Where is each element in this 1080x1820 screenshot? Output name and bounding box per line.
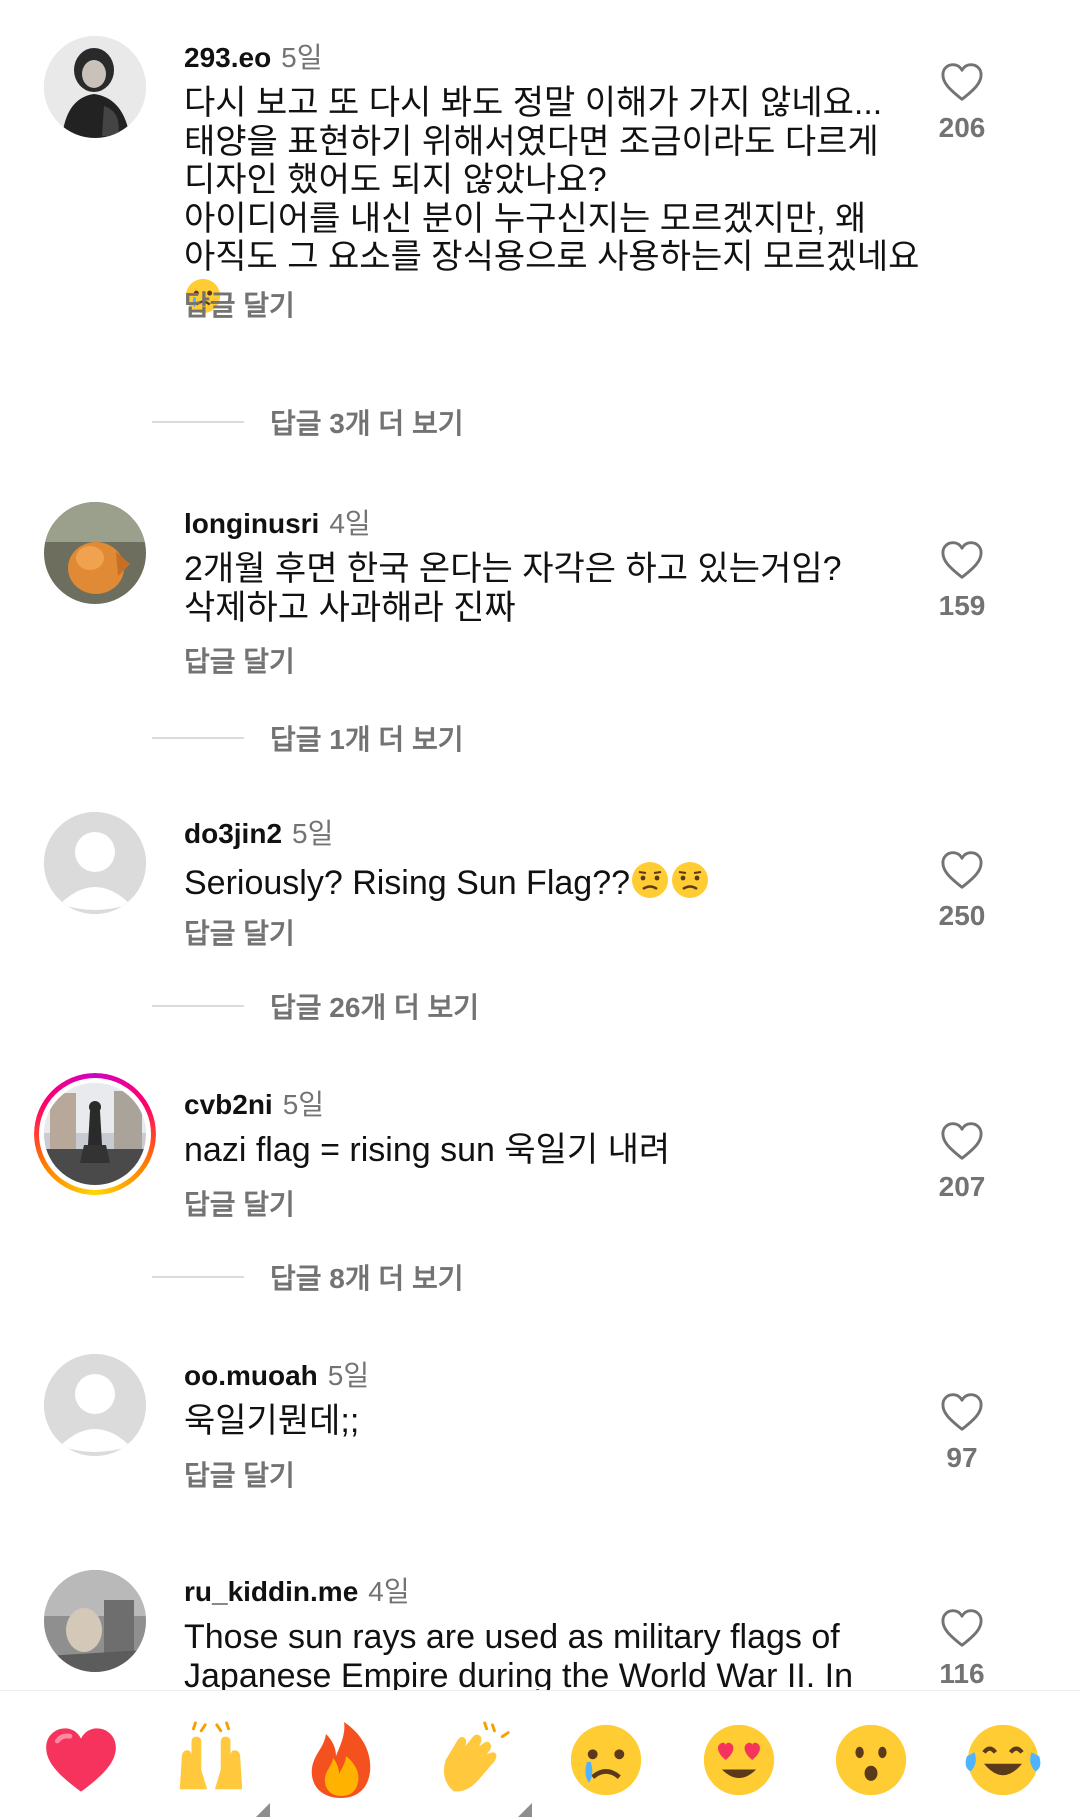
- comment-text: Seriously? Rising Sun Flag??: [184, 860, 944, 909]
- timestamp: 4일: [368, 1576, 410, 1607]
- timestamp: 5일: [327, 1360, 370, 1391]
- username[interactable]: cvb2ni: [184, 1089, 273, 1120]
- timestamp: 5일: [292, 818, 334, 849]
- avatar[interactable]: [44, 812, 146, 914]
- expand-indicator: [518, 1803, 532, 1817]
- heart-icon[interactable]: [940, 1608, 984, 1648]
- username[interactable]: longinusri: [184, 508, 319, 539]
- like-button[interactable]: 116: [922, 1608, 1002, 1690]
- avatar-with-story-ring[interactable]: [34, 1073, 156, 1195]
- like-count: 250: [938, 900, 986, 931]
- username[interactable]: 293.eo: [184, 42, 271, 73]
- heart-icon[interactable]: [940, 850, 984, 890]
- comment-text: 욱일기뭔데;;: [184, 1402, 360, 1440]
- username[interactable]: do3jin2: [184, 818, 282, 849]
- like-button[interactable]: 250: [922, 850, 1002, 932]
- timestamp: 5일: [281, 42, 323, 73]
- comment-text-content: 다시 보고 또 다시 봐도 정말 이해가 가지 않네요... 태양을 표현하기 …: [184, 84, 920, 276]
- divider-line: [152, 1005, 244, 1007]
- comment-meta: 293.eo 5일: [184, 36, 323, 76]
- like-count: 206: [938, 112, 986, 143]
- expand-indicator: [256, 1803, 270, 1817]
- view-replies-label[interactable]: 답글 3개 더 보기: [270, 408, 463, 439]
- comment-text-content: Seriously? Rising Sun Flag??: [184, 864, 631, 902]
- divider-line: [152, 1276, 244, 1278]
- avatar[interactable]: [44, 1570, 146, 1672]
- reply-button[interactable]: 답글 달기: [184, 1183, 295, 1223]
- view-replies-button[interactable]: 답글 26개 더 보기: [152, 986, 479, 1026]
- comment-text: Those sun rays are used as military flag…: [184, 1618, 853, 1695]
- view-replies-label[interactable]: 답글 8개 더 보기: [270, 1263, 463, 1294]
- like-button[interactable]: 207: [922, 1121, 1002, 1203]
- fire-icon[interactable]: [300, 1719, 382, 1801]
- username[interactable]: ru_kiddin.me: [184, 1576, 358, 1607]
- like-count: 97: [946, 1442, 978, 1473]
- crying-face-icon[interactable]: [565, 1719, 647, 1801]
- worried-face-icon: [670, 860, 710, 909]
- like-button[interactable]: 206: [922, 62, 1002, 144]
- timestamp: 4일: [329, 508, 371, 539]
- comment-meta: oo.muoah 5일: [184, 1354, 369, 1394]
- clapping-hands-icon[interactable]: [432, 1719, 532, 1817]
- divider-line: [152, 421, 244, 423]
- heart-eyes-face-icon[interactable]: [698, 1719, 780, 1801]
- comment-meta: cvb2ni 5일: [184, 1083, 324, 1123]
- avatar[interactable]: [44, 1354, 146, 1456]
- view-replies-label[interactable]: 답글 26개 더 보기: [270, 992, 479, 1023]
- reply-button[interactable]: 답글 달기: [184, 640, 295, 680]
- comment-text: nazi flag = rising sun 욱일기 내려: [184, 1131, 671, 1169]
- like-button[interactable]: 97: [922, 1392, 1002, 1474]
- like-count: 207: [938, 1171, 986, 1202]
- view-replies-label[interactable]: 답글 1개 더 보기: [270, 724, 463, 755]
- heart-icon[interactable]: [940, 540, 984, 580]
- worried-face-icon: [630, 860, 670, 909]
- reply-button[interactable]: 답글 달기: [184, 1454, 295, 1494]
- avatar[interactable]: [44, 36, 146, 138]
- comment-meta: longinusri 4일: [184, 502, 371, 542]
- emoji-reaction-bar: [0, 1690, 1080, 1820]
- heart-icon[interactable]: [940, 1121, 984, 1161]
- reply-button[interactable]: 답글 달기: [184, 284, 295, 324]
- avatar-photo: [44, 1083, 146, 1185]
- red-heart-icon[interactable]: [40, 1719, 122, 1801]
- like-count: 116: [939, 1658, 985, 1689]
- view-replies-button[interactable]: 답글 3개 더 보기: [152, 402, 463, 442]
- comment-text: 다시 보고 또 다시 봐도 정말 이해가 가지 않네요... 태양을 표현하기 …: [184, 84, 944, 323]
- comment-meta: do3jin2 5일: [184, 812, 333, 852]
- raising-hands-icon[interactable]: [170, 1719, 270, 1817]
- view-replies-button[interactable]: 답글 8개 더 보기: [152, 1257, 463, 1297]
- heart-icon[interactable]: [940, 62, 984, 102]
- heart-icon[interactable]: [940, 1392, 984, 1432]
- divider-line: [152, 737, 244, 739]
- avatar[interactable]: [44, 502, 146, 604]
- like-count: 159: [938, 590, 986, 621]
- reply-button[interactable]: 답글 달기: [184, 912, 295, 952]
- username[interactable]: oo.muoah: [184, 1360, 318, 1391]
- comment-text: 2개월 후면 한국 온다는 자각은 하고 있는거임? 삭제하고 사과해라 진짜: [184, 550, 842, 627]
- tears-of-joy-face-icon[interactable]: [962, 1719, 1044, 1801]
- view-replies-button[interactable]: 답글 1개 더 보기: [152, 718, 463, 758]
- timestamp: 5일: [282, 1089, 325, 1120]
- comment-meta: ru_kiddin.me 4일: [184, 1570, 410, 1610]
- surprised-face-icon[interactable]: [830, 1719, 912, 1801]
- like-button[interactable]: 159: [922, 540, 1002, 622]
